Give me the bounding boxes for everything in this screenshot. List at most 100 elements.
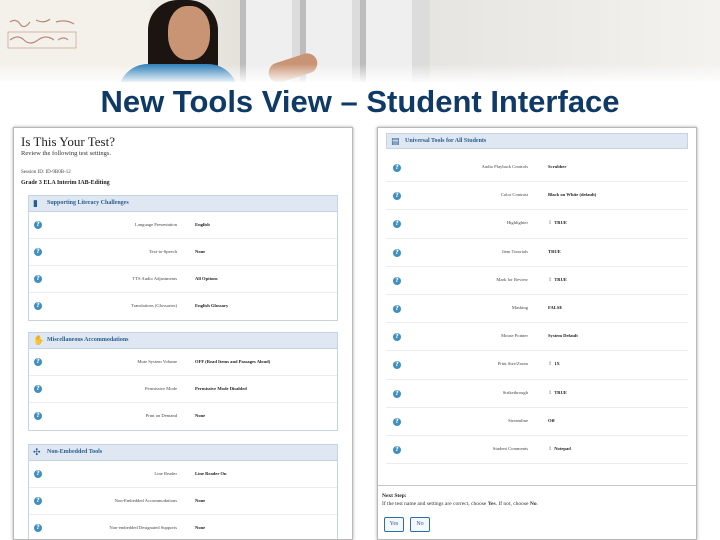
whiteboard-writing bbox=[7, 18, 77, 49]
tool-value-text: Notepad bbox=[554, 445, 571, 451]
help-icon[interactable]: ? bbox=[393, 164, 401, 172]
tool-value: Scrubber bbox=[548, 164, 567, 169]
setting-value: Permissive Mode Disabled bbox=[195, 386, 247, 391]
help-icon[interactable]: ? bbox=[34, 302, 42, 310]
help-icon[interactable]: ? bbox=[34, 275, 42, 283]
setting-row: ? Line Reader Line Reader On bbox=[29, 461, 337, 488]
tool-value-text: TRUE bbox=[554, 389, 567, 395]
setting-label: Translations (Glossaries) bbox=[131, 303, 177, 308]
test-settings-panel: Is This Your Test? Review the following … bbox=[13, 127, 353, 540]
help-icon[interactable]: ? bbox=[393, 248, 401, 257]
universal-tools-list: ? Audio Playback Controls Scrubber ? Color … bbox=[386, 154, 688, 465]
help-icon[interactable]: ? bbox=[393, 389, 401, 398]
tool-label: Masking bbox=[511, 304, 528, 310]
help-icon[interactable]: ? bbox=[34, 497, 42, 505]
sort-arrows-icon: ⇕ bbox=[548, 221, 553, 227]
setting-row: ? TTS Audio Adjustments All Options bbox=[29, 266, 337, 293]
section-supporting-literacy: ▮ Supporting Literacy Challenges ? Langua… bbox=[28, 195, 338, 321]
teacher-face bbox=[168, 6, 210, 60]
help-icon[interactable]: ? bbox=[34, 248, 42, 256]
tool-label: Mouse Pointer bbox=[501, 333, 528, 339]
tool-label: Mark for Review bbox=[496, 276, 528, 282]
setting-label: Print on Demand bbox=[145, 413, 177, 418]
sort-arrows-icon: ⇕ bbox=[548, 362, 553, 368]
tool-row: ? Item Tutorials TRUE bbox=[386, 239, 688, 267]
tool-row: ? Color Contrast Black on White (default) bbox=[386, 182, 688, 211]
sort-arrows-icon: ⇕ bbox=[548, 390, 553, 396]
setting-label: Non-embedded Designated Supports bbox=[109, 525, 177, 530]
setting-row: ? Translations (Glossaries) English Glossa… bbox=[29, 293, 337, 320]
section-non-embedded-tools: ✣ Non-Embedded Tools ? Line Reader Line Re… bbox=[28, 444, 338, 539]
tool-row: ? Student Comments ⇕ Notepad bbox=[386, 436, 688, 465]
help-icon[interactable]: ? bbox=[393, 361, 401, 370]
setting-label: Non-Embedded Accommodations bbox=[114, 498, 177, 503]
yes-button[interactable]: Yes bbox=[384, 517, 404, 532]
help-icon[interactable]: ? bbox=[34, 524, 42, 532]
setting-value: None bbox=[195, 525, 206, 530]
help-icon[interactable]: ? bbox=[34, 221, 42, 229]
setting-label: Line Reader bbox=[154, 471, 177, 476]
setting-row: ? Print on Demand None bbox=[29, 403, 337, 430]
section-title: Miscellaneous Accommodations bbox=[47, 337, 129, 343]
sort-arrows-icon: ⇕ bbox=[548, 446, 553, 452]
page-subtitle: Review the following test settings. bbox=[21, 150, 112, 157]
tool-row: ? Mouse Pointer System Default bbox=[386, 323, 688, 352]
setting-label: Mute System Volume bbox=[137, 359, 177, 364]
next-step-yes-word: Yes bbox=[487, 501, 496, 507]
tool-value-text: TRUE bbox=[554, 276, 567, 282]
tool-row: ? Print Size/Zoom ⇕ 1X bbox=[386, 351, 688, 380]
section-misc-accommodations: ✋ Miscellaneous Accommodations ? Mute Sys… bbox=[28, 332, 338, 431]
setting-row: ? Permissive Mode Permissive Mode Disabled bbox=[29, 376, 337, 403]
tool-value: ⇕ 1X bbox=[548, 361, 560, 367]
section-title: Non-Embedded Tools bbox=[47, 449, 103, 455]
next-step-no-word: No bbox=[529, 501, 537, 507]
tool-label: Print Size/Zoom bbox=[497, 361, 528, 367]
setting-value: None bbox=[195, 249, 206, 254]
tool-value: ⇕ Notepad bbox=[548, 446, 571, 452]
next-step-title: Next Step: bbox=[382, 493, 407, 499]
tool-value-text: 1X bbox=[554, 361, 560, 367]
tool-row: ? Highlighter ⇕ TRUE bbox=[386, 210, 688, 239]
photo-fade bbox=[0, 64, 720, 82]
setting-label: TTS Audio Adjustments bbox=[132, 276, 177, 281]
tool-label: Color Contrast bbox=[500, 192, 528, 198]
setting-row: ? Mute System Volume OFF (Read Items and P… bbox=[29, 349, 337, 376]
help-icon[interactable]: ? bbox=[34, 470, 42, 478]
section-header: ▮ Supporting Literacy Challenges bbox=[29, 196, 337, 212]
setting-value: English Glossary bbox=[195, 303, 229, 308]
next-step-text: If the test name and settings are correc… bbox=[382, 501, 538, 507]
help-icon[interactable]: ? bbox=[34, 358, 42, 366]
help-icon[interactable]: ? bbox=[393, 220, 401, 229]
help-icon[interactable]: ? bbox=[34, 385, 42, 393]
hand-icon: ✋ bbox=[33, 336, 45, 346]
no-button[interactable]: No bbox=[410, 517, 430, 532]
section-title: Universal Tools for All Students bbox=[405, 138, 487, 144]
help-icon[interactable]: ? bbox=[393, 417, 401, 426]
help-icon[interactable]: ? bbox=[393, 276, 401, 285]
page-title: Is This Your Test? bbox=[21, 134, 115, 149]
setting-value: Line Reader On bbox=[195, 471, 227, 476]
setting-label: Language Presentation bbox=[135, 222, 177, 227]
help-icon[interactable]: ? bbox=[34, 412, 42, 420]
tool-label: Streamline bbox=[508, 417, 528, 423]
tool-value: FALSE bbox=[548, 304, 563, 310]
section-header: ▤ Universal Tools for All Students bbox=[386, 133, 688, 149]
tool-row: ? Masking FALSE bbox=[386, 295, 688, 324]
tool-label: Item Tutorials bbox=[502, 248, 528, 254]
help-icon[interactable]: ? bbox=[393, 333, 401, 342]
next-step-box: Next Step: If the test name and settings… bbox=[378, 485, 696, 539]
section-header: ✋ Miscellaneous Accommodations bbox=[29, 333, 337, 349]
tool-value: ⇕ TRUE bbox=[548, 220, 567, 226]
help-icon[interactable]: ? bbox=[393, 192, 401, 201]
tool-row: ? Audio Playback Controls Scrubber bbox=[386, 154, 688, 183]
tool-row: ? Strikethrough ⇕ TRUE bbox=[386, 380, 688, 408]
setting-value: None bbox=[195, 498, 206, 503]
tool-value: Off bbox=[548, 417, 555, 423]
setting-value: None bbox=[195, 413, 206, 418]
tool-row: ? Mark for Review ⇕ TRUE bbox=[386, 267, 688, 295]
help-icon[interactable]: ? bbox=[393, 304, 401, 313]
tool-row: ? Streamline Off bbox=[386, 408, 688, 436]
setting-row: ? Text-to-Speech None bbox=[29, 239, 337, 266]
help-icon[interactable]: ? bbox=[393, 445, 401, 454]
session-id: Session ID: ID-9B0B-12 bbox=[21, 170, 71, 175]
